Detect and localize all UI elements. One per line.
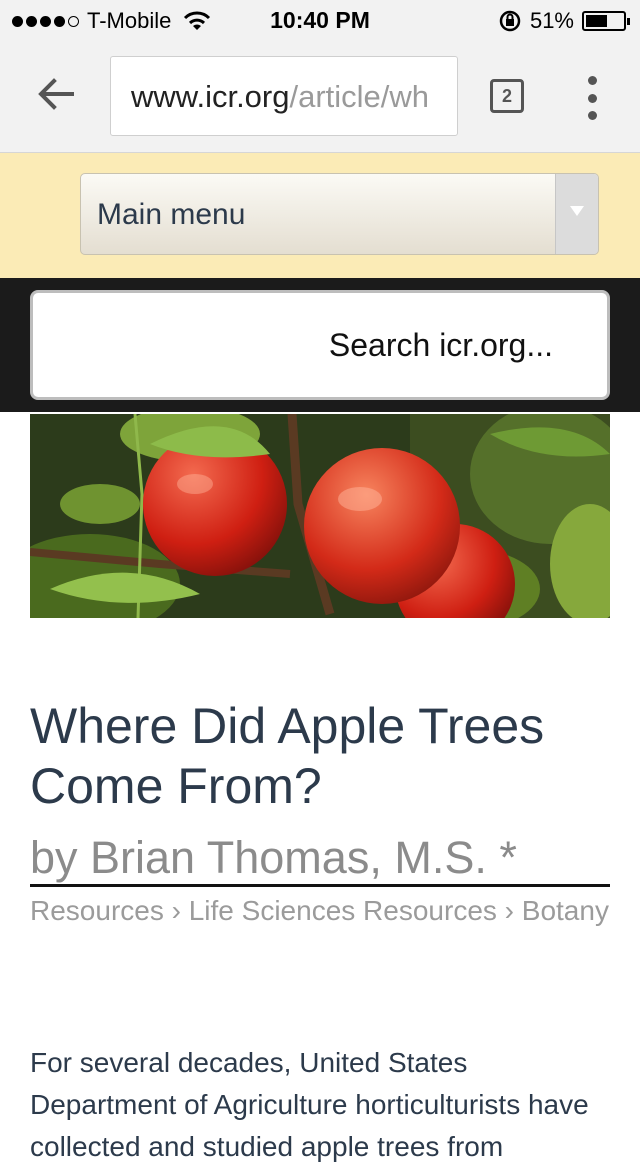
url-host: www.icr.org bbox=[131, 79, 290, 114]
overflow-menu-icon[interactable] bbox=[582, 76, 602, 120]
breadcrumb-resources[interactable]: Resources bbox=[30, 895, 164, 926]
search-input[interactable]: Search icr.org... bbox=[30, 290, 610, 400]
battery-icon bbox=[582, 11, 630, 31]
address-bar[interactable]: www.icr.org/article/wh bbox=[110, 56, 458, 136]
back-arrow-icon[interactable] bbox=[34, 72, 78, 116]
breadcrumb-separator: › bbox=[171, 895, 181, 926]
search-bar: Search icr.org... bbox=[0, 278, 640, 412]
article-hero-image bbox=[30, 414, 610, 618]
main-menu-bar: Main menu bbox=[0, 153, 640, 278]
status-bar: T-Mobile 10:40 PM 51% bbox=[0, 0, 640, 40]
article-byline[interactable]: by Brian Thomas, M.S. * bbox=[30, 830, 610, 887]
dropdown-toggle[interactable] bbox=[555, 174, 598, 254]
tab-switcher-button[interactable]: 2 bbox=[490, 79, 524, 113]
breadcrumb-botany[interactable]: Botany bbox=[522, 895, 609, 926]
breadcrumb-separator: › bbox=[504, 895, 514, 926]
chevron-down-icon bbox=[570, 206, 584, 216]
breadcrumb: Resources › Life Sciences Resources › Bo… bbox=[30, 890, 610, 932]
article-title: Where Did Apple Trees Come From? bbox=[30, 698, 545, 814]
browser-toolbar: www.icr.org/article/wh 2 bbox=[0, 40, 640, 153]
rotation-lock-icon bbox=[499, 10, 521, 32]
status-right: 51% bbox=[498, 8, 630, 34]
main-menu-label: Main menu bbox=[97, 198, 246, 231]
url-path: /article/wh bbox=[289, 79, 430, 114]
breadcrumb-life-sciences-resources[interactable]: Life Sciences Resources bbox=[189, 895, 497, 926]
main-menu-select[interactable]: Main menu bbox=[80, 173, 599, 255]
battery-percent: 51% bbox=[529, 8, 574, 33]
article-body-paragraph: For several decades, United States Depar… bbox=[30, 1047, 589, 1162]
